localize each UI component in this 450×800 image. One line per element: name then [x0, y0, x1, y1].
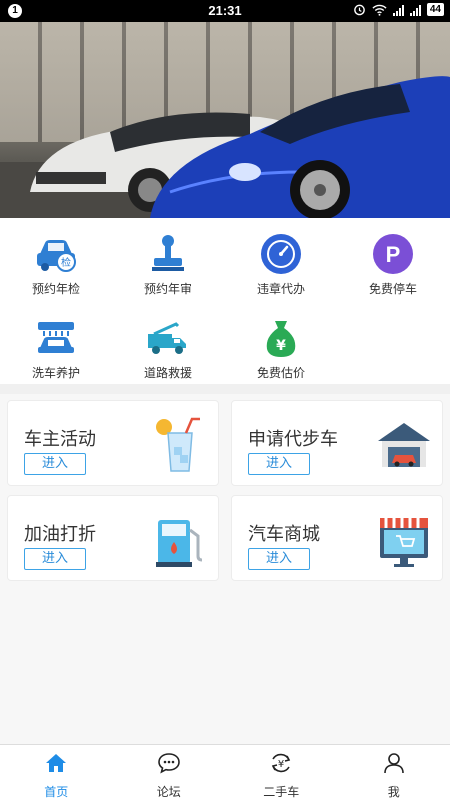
grid-item-annual-inspection[interactable]: 检 预约年检 — [0, 232, 112, 297]
yuan-exchange-icon: ¥ — [272, 753, 291, 773]
nav-forum[interactable]: 论坛 — [113, 745, 226, 800]
grid-item-label: 免费估价 — [256, 366, 305, 380]
bottom-nav: 首页 论坛 ¥ 二手车 我 — [0, 744, 450, 800]
user-icon — [383, 753, 404, 774]
card-loaner-car[interactable]: 申请代步车 进入 — [231, 400, 443, 486]
car-wash-icon — [34, 316, 78, 360]
fuel-pump-icon — [156, 520, 203, 567]
tow-truck-icon — [146, 316, 190, 360]
grid-item-label: 洗车养护 — [31, 366, 80, 380]
nav-label: 二手车 — [263, 785, 300, 799]
card-title: 加油打折 — [24, 524, 96, 545]
nav-label: 首页 — [44, 785, 69, 799]
nav-label: 我 — [387, 785, 400, 799]
enter-button[interactable]: 进入 — [24, 548, 86, 570]
stamp-icon — [146, 232, 190, 276]
grid-item-label: 免费停车 — [368, 282, 417, 296]
grid-item-violation-agency[interactable]: 违章代办 — [225, 232, 337, 297]
money-bag-icon: ¥ — [259, 316, 303, 360]
svg-text:¥: ¥ — [278, 759, 284, 770]
service-grid: 检 预约年检 预约年审 违章代办 P 免费停车 洗车养护 道路救援 ¥ 免费估价 — [0, 218, 450, 384]
grid-item-road-rescue[interactable]: 道路救援 — [112, 316, 224, 381]
home-icon — [46, 754, 67, 772]
card-title: 申请代步车 — [248, 429, 338, 450]
card-title: 汽车商城 — [248, 524, 320, 545]
grid-item-car-wash[interactable]: 洗车养护 — [0, 316, 112, 381]
svg-text:P: P — [386, 242, 401, 267]
car-inspection-icon: 检 — [34, 232, 78, 276]
grid-item-label: 预约年审 — [143, 282, 192, 296]
feature-cards: 车主活动 进入 申请代步车 进入 加油打折 进入 汽车商城 进入 — [0, 394, 450, 744]
card-fuel-discount[interactable]: 加油打折 进入 — [7, 495, 219, 581]
grid-item-free-parking[interactable]: P 免费停车 — [337, 232, 449, 297]
status-icons: 44 — [353, 3, 444, 16]
card-owner-activities[interactable]: 车主活动 进入 — [7, 400, 219, 486]
nav-used-cars[interactable]: ¥ 二手车 — [225, 745, 338, 800]
grid-item-annual-review[interactable]: 预约年审 — [112, 232, 224, 297]
grid-item-label: 违章代办 — [256, 282, 305, 296]
signal-icon — [392, 4, 404, 16]
nav-label: 论坛 — [156, 785, 181, 799]
grid-item-label: 道路救援 — [143, 366, 192, 380]
grid-item-free-valuation[interactable]: ¥ 免费估价 — [225, 316, 337, 381]
section-divider — [0, 384, 450, 394]
battery-indicator: 44 — [426, 3, 444, 16]
wifi-icon — [372, 4, 387, 16]
speedometer-icon — [259, 232, 303, 276]
status-bar: 1 21:31 44 — [0, 0, 450, 22]
enter-button[interactable]: 进入 — [248, 453, 310, 475]
drink-icon — [156, 417, 200, 472]
online-store-icon — [380, 518, 428, 567]
svg-text:¥: ¥ — [276, 338, 286, 354]
chat-icon — [157, 753, 180, 774]
nav-me[interactable]: 我 — [338, 745, 450, 800]
enter-button[interactable]: 进入 — [248, 548, 310, 570]
banner-image[interactable] — [0, 22, 450, 218]
enter-button[interactable]: 进入 — [24, 453, 86, 475]
parking-icon: P — [371, 232, 415, 276]
svg-text:检: 检 — [61, 256, 71, 269]
nav-home[interactable]: 首页 — [0, 745, 113, 800]
cars-illustration — [0, 76, 450, 218]
card-auto-mall[interactable]: 汽车商城 进入 — [231, 495, 443, 581]
grid-item-label: 预约年检 — [31, 282, 80, 296]
card-title: 车主活动 — [24, 429, 96, 450]
alarm-icon — [354, 4, 365, 16]
garage-icon — [378, 423, 430, 467]
signal-icon-2 — [409, 4, 421, 16]
